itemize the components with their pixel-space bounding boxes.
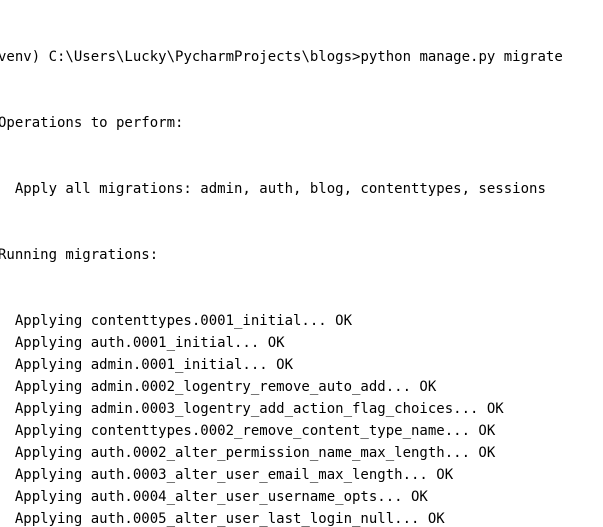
migration-line: Applying admin.0002_logentry_remove_auto… bbox=[0, 376, 603, 398]
command-text: python manage.py migrate bbox=[360, 49, 562, 65]
migration-line: Applying contenttypes.0001_initial... OK bbox=[0, 310, 603, 332]
running-header: Running migrations: bbox=[0, 244, 603, 266]
venv-prefix: venv) bbox=[0, 49, 49, 65]
prompt-line-1: venv) C:\Users\Lucky\PycharmProjects\blo… bbox=[0, 46, 603, 68]
migration-line: Applying auth.0005_alter_user_last_login… bbox=[0, 508, 603, 527]
migration-line: Applying auth.0003_alter_user_email_max_… bbox=[0, 464, 603, 486]
migration-line: Applying auth.0002_alter_permission_name… bbox=[0, 442, 603, 464]
migration-line: Applying admin.0003_logentry_add_action_… bbox=[0, 398, 603, 420]
terminal[interactable]: venv) C:\Users\Lucky\PycharmProjects\blo… bbox=[0, 0, 603, 527]
migration-line: Applying auth.0001_initial... OK bbox=[0, 332, 603, 354]
migration-line: Applying auth.0004_alter_user_username_o… bbox=[0, 486, 603, 508]
cwd-path: C:\Users\Lucky\PycharmProjects\blogs bbox=[49, 49, 352, 65]
apply-all-line: Apply all migrations: admin, auth, blog,… bbox=[0, 178, 603, 200]
migration-line: Applying contenttypes.0002_remove_conten… bbox=[0, 420, 603, 442]
migration-line: Applying admin.0001_initial... OK bbox=[0, 354, 603, 376]
migrations-list: Applying contenttypes.0001_initial... OK… bbox=[0, 310, 603, 527]
ops-header: Operations to perform: bbox=[0, 112, 603, 134]
